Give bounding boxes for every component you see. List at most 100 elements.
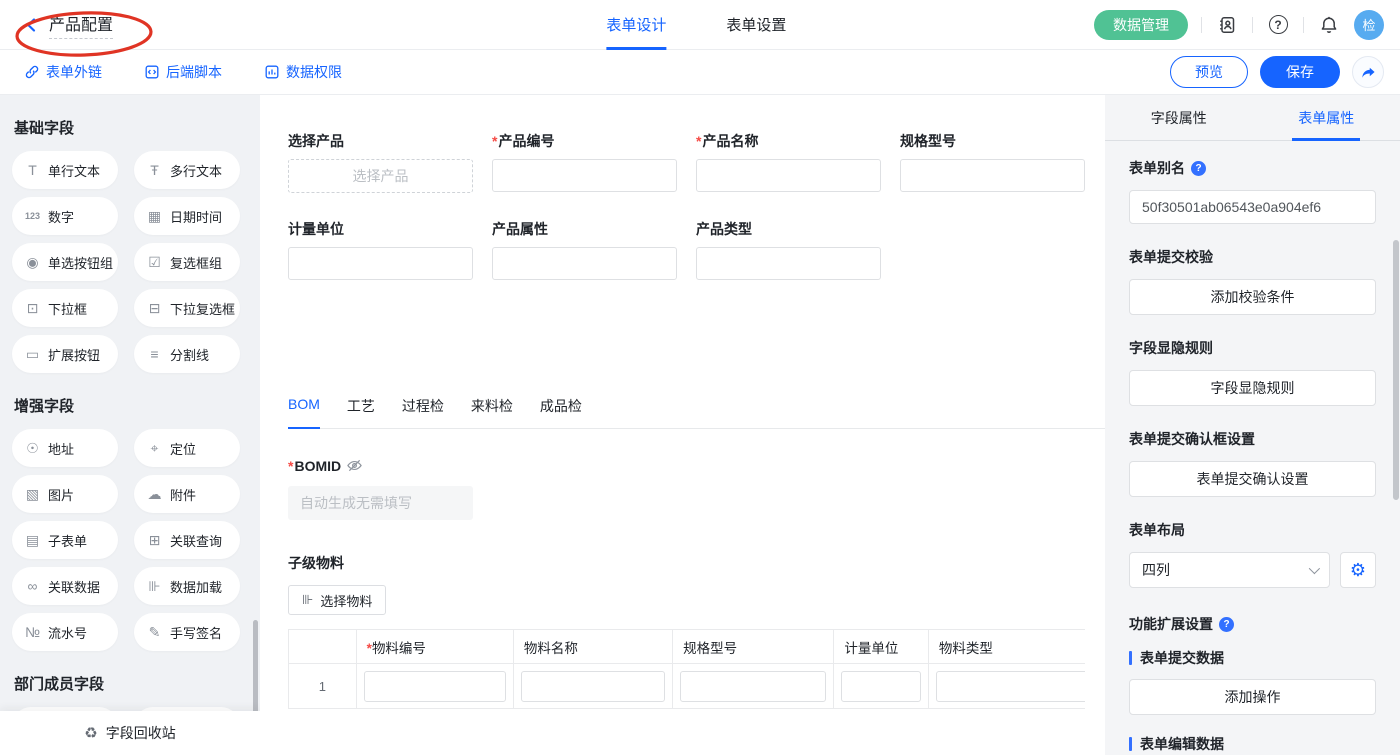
- field-label: 计量单位: [288, 219, 473, 238]
- bomid-input[interactable]: [288, 486, 473, 520]
- preview-button[interactable]: 预览: [1170, 56, 1248, 88]
- tab-form-settings[interactable]: 表单设置: [726, 0, 786, 50]
- product-name-input[interactable]: [696, 159, 881, 192]
- field-product-code[interactable]: *产品编号: [492, 131, 677, 193]
- material-type-input[interactable]: [936, 671, 1085, 702]
- tab-process[interactable]: 工艺: [347, 396, 375, 429]
- field-pill-datetime[interactable]: ▦日期时间: [134, 197, 240, 235]
- col-unit: 计量单位: [834, 630, 929, 664]
- field-visibility-button[interactable]: 字段显隐规则: [1129, 370, 1376, 406]
- product-attribute-input[interactable]: [492, 247, 677, 280]
- field-product-name[interactable]: *产品名称: [696, 131, 881, 193]
- submit-data-subsection-label: 表单提交数据: [1129, 648, 1376, 668]
- layout-select-value: 四列: [1142, 560, 1170, 580]
- submit-confirm-button[interactable]: 表单提交确认设置: [1129, 461, 1376, 497]
- tab-process-inspection[interactable]: 过程检: [402, 396, 444, 429]
- field-pill-signature[interactable]: ✎手写签名: [134, 613, 240, 651]
- bom-tab-bar: BOM 工艺 过程检 来料检 成品检: [288, 396, 1105, 429]
- page-title[interactable]: 产品配置: [49, 11, 113, 39]
- data-load-icon: ⊪: [146, 578, 163, 595]
- pill-label: 手写签名: [170, 623, 222, 642]
- save-button[interactable]: 保存: [1260, 56, 1340, 88]
- field-pill-single-text[interactable]: T单行文本: [12, 151, 118, 189]
- sub-materials-table: *物料编号 物料名称 规格型号 计量单位 物料类型 1: [288, 629, 1085, 709]
- field-product-attribute[interactable]: 产品属性: [492, 219, 677, 280]
- panel-scrollbar[interactable]: [1393, 240, 1399, 500]
- required-mark: *: [696, 133, 701, 149]
- multi-dropdown-icon: ⊟: [146, 300, 163, 317]
- field-pill-attachment[interactable]: ☁附件: [134, 475, 240, 513]
- tab-form-properties[interactable]: 表单属性: [1253, 95, 1400, 140]
- field-pill-extend-button[interactable]: ▭扩展按钮: [12, 335, 118, 373]
- add-validation-button[interactable]: 添加校验条件: [1129, 279, 1376, 315]
- tab-field-properties[interactable]: 字段属性: [1105, 95, 1253, 140]
- table-header-row: *物料编号 物料名称 规格型号 计量单位 物料类型: [289, 630, 1086, 664]
- field-pill-dropdown[interactable]: ⊡下拉框: [12, 289, 118, 327]
- select-material-button[interactable]: ⊪ 选择物料: [288, 585, 386, 615]
- tab-field-properties-label: 字段属性: [1145, 95, 1213, 141]
- field-pill-checkbox-group[interactable]: ☑复选框组: [134, 243, 240, 281]
- layout-settings-button[interactable]: ⚙: [1340, 552, 1376, 588]
- address-book-icon[interactable]: [1215, 13, 1239, 37]
- hidden-eye-icon[interactable]: [346, 458, 363, 473]
- select-product-picker[interactable]: 选择产品: [288, 159, 473, 193]
- field-pill-divider[interactable]: ≡分割线: [134, 335, 240, 373]
- user-avatar[interactable]: 检: [1354, 10, 1384, 40]
- backend-script-link[interactable]: 后端脚本: [144, 62, 222, 82]
- layout-select[interactable]: 四列: [1129, 552, 1330, 588]
- form-alias-input[interactable]: [1129, 190, 1376, 224]
- bomid-field-label: *BOMID: [288, 456, 1085, 475]
- field-pill-related-data[interactable]: ∞关联数据: [12, 567, 118, 605]
- help-icon[interactable]: ?: [1266, 13, 1290, 37]
- field-pill-number[interactable]: 123数字: [12, 197, 118, 235]
- field-label: *产品名称: [696, 131, 881, 150]
- panel-body: 表单别名 ? 表单提交校验 添加校验条件 字段显隐规则 字段显隐规则 表单提交确…: [1105, 141, 1400, 755]
- form-external-link-label: 表单外链: [46, 62, 102, 82]
- spec-model-input[interactable]: [900, 159, 1085, 192]
- share-button[interactable]: [1352, 56, 1384, 88]
- col-index: [289, 630, 357, 664]
- help-icon[interactable]: ?: [1219, 617, 1234, 632]
- material-spec-input[interactable]: [680, 671, 826, 702]
- field-recycle-bin[interactable]: ♻ 字段回收站: [0, 711, 260, 755]
- field-pill-related-query[interactable]: ⊞关联查询: [134, 521, 240, 559]
- field-pill-data-load[interactable]: ⊪数据加载: [134, 567, 240, 605]
- dropdown-icon: ⊡: [24, 300, 41, 317]
- tab-finished-inspection[interactable]: 成品检: [540, 396, 582, 429]
- field-pill-image[interactable]: ▧图片: [12, 475, 118, 513]
- notification-bell-icon[interactable]: [1317, 13, 1341, 37]
- data-manage-button[interactable]: 数据管理: [1094, 10, 1188, 40]
- data-permission-link[interactable]: 数据权限: [264, 62, 342, 82]
- field-product-type[interactable]: 产品类型: [696, 219, 881, 280]
- form-external-link[interactable]: 表单外链: [24, 62, 102, 82]
- product-code-input[interactable]: [492, 159, 677, 192]
- product-type-input[interactable]: [696, 247, 881, 280]
- material-code-input[interactable]: [364, 671, 506, 702]
- permission-icon: [264, 64, 280, 80]
- back-button[interactable]: [24, 17, 39, 33]
- field-pill-multi-dropdown[interactable]: ⊟ 下拉复选框: [134, 289, 240, 327]
- field-pill-radio-group[interactable]: ◉单选按钮组: [12, 243, 118, 281]
- field-select-product[interactable]: 选择产品 选择产品: [288, 131, 473, 193]
- pill-label: 下拉复选框: [170, 299, 235, 318]
- tab-form-properties-label: 表单属性: [1292, 95, 1360, 141]
- tab-incoming-inspection[interactable]: 来料检: [471, 396, 513, 429]
- field-unit[interactable]: 计量单位: [288, 219, 473, 280]
- field-pill-subform[interactable]: ▤子表单: [12, 521, 118, 559]
- unit-input[interactable]: [288, 247, 473, 280]
- blue-bar: [1129, 651, 1132, 665]
- help-icon[interactable]: ?: [1191, 161, 1206, 176]
- tab-form-settings-label: 表单设置: [726, 14, 786, 35]
- data-permission-link-label: 数据权限: [286, 62, 342, 82]
- tab-bom[interactable]: BOM: [288, 396, 320, 429]
- field-pill-multi-text[interactable]: Ŧ多行文本: [134, 151, 240, 189]
- material-name-input[interactable]: [521, 671, 665, 702]
- field-pill-locate[interactable]: ⌖定位: [134, 429, 240, 467]
- tab-form-design[interactable]: 表单设计: [606, 0, 666, 50]
- basic-fields-grid: T单行文本 Ŧ多行文本 123数字 ▦日期时间 ◉单选按钮组 ☑复选框组 ⊡下拉…: [12, 151, 260, 373]
- field-pill-address[interactable]: ☉地址: [12, 429, 118, 467]
- material-unit-input[interactable]: [841, 671, 921, 702]
- add-submit-action-button[interactable]: 添加操作: [1129, 679, 1376, 715]
- field-spec-model[interactable]: 规格型号: [900, 131, 1085, 193]
- field-pill-serial-number[interactable]: №流水号: [12, 613, 118, 651]
